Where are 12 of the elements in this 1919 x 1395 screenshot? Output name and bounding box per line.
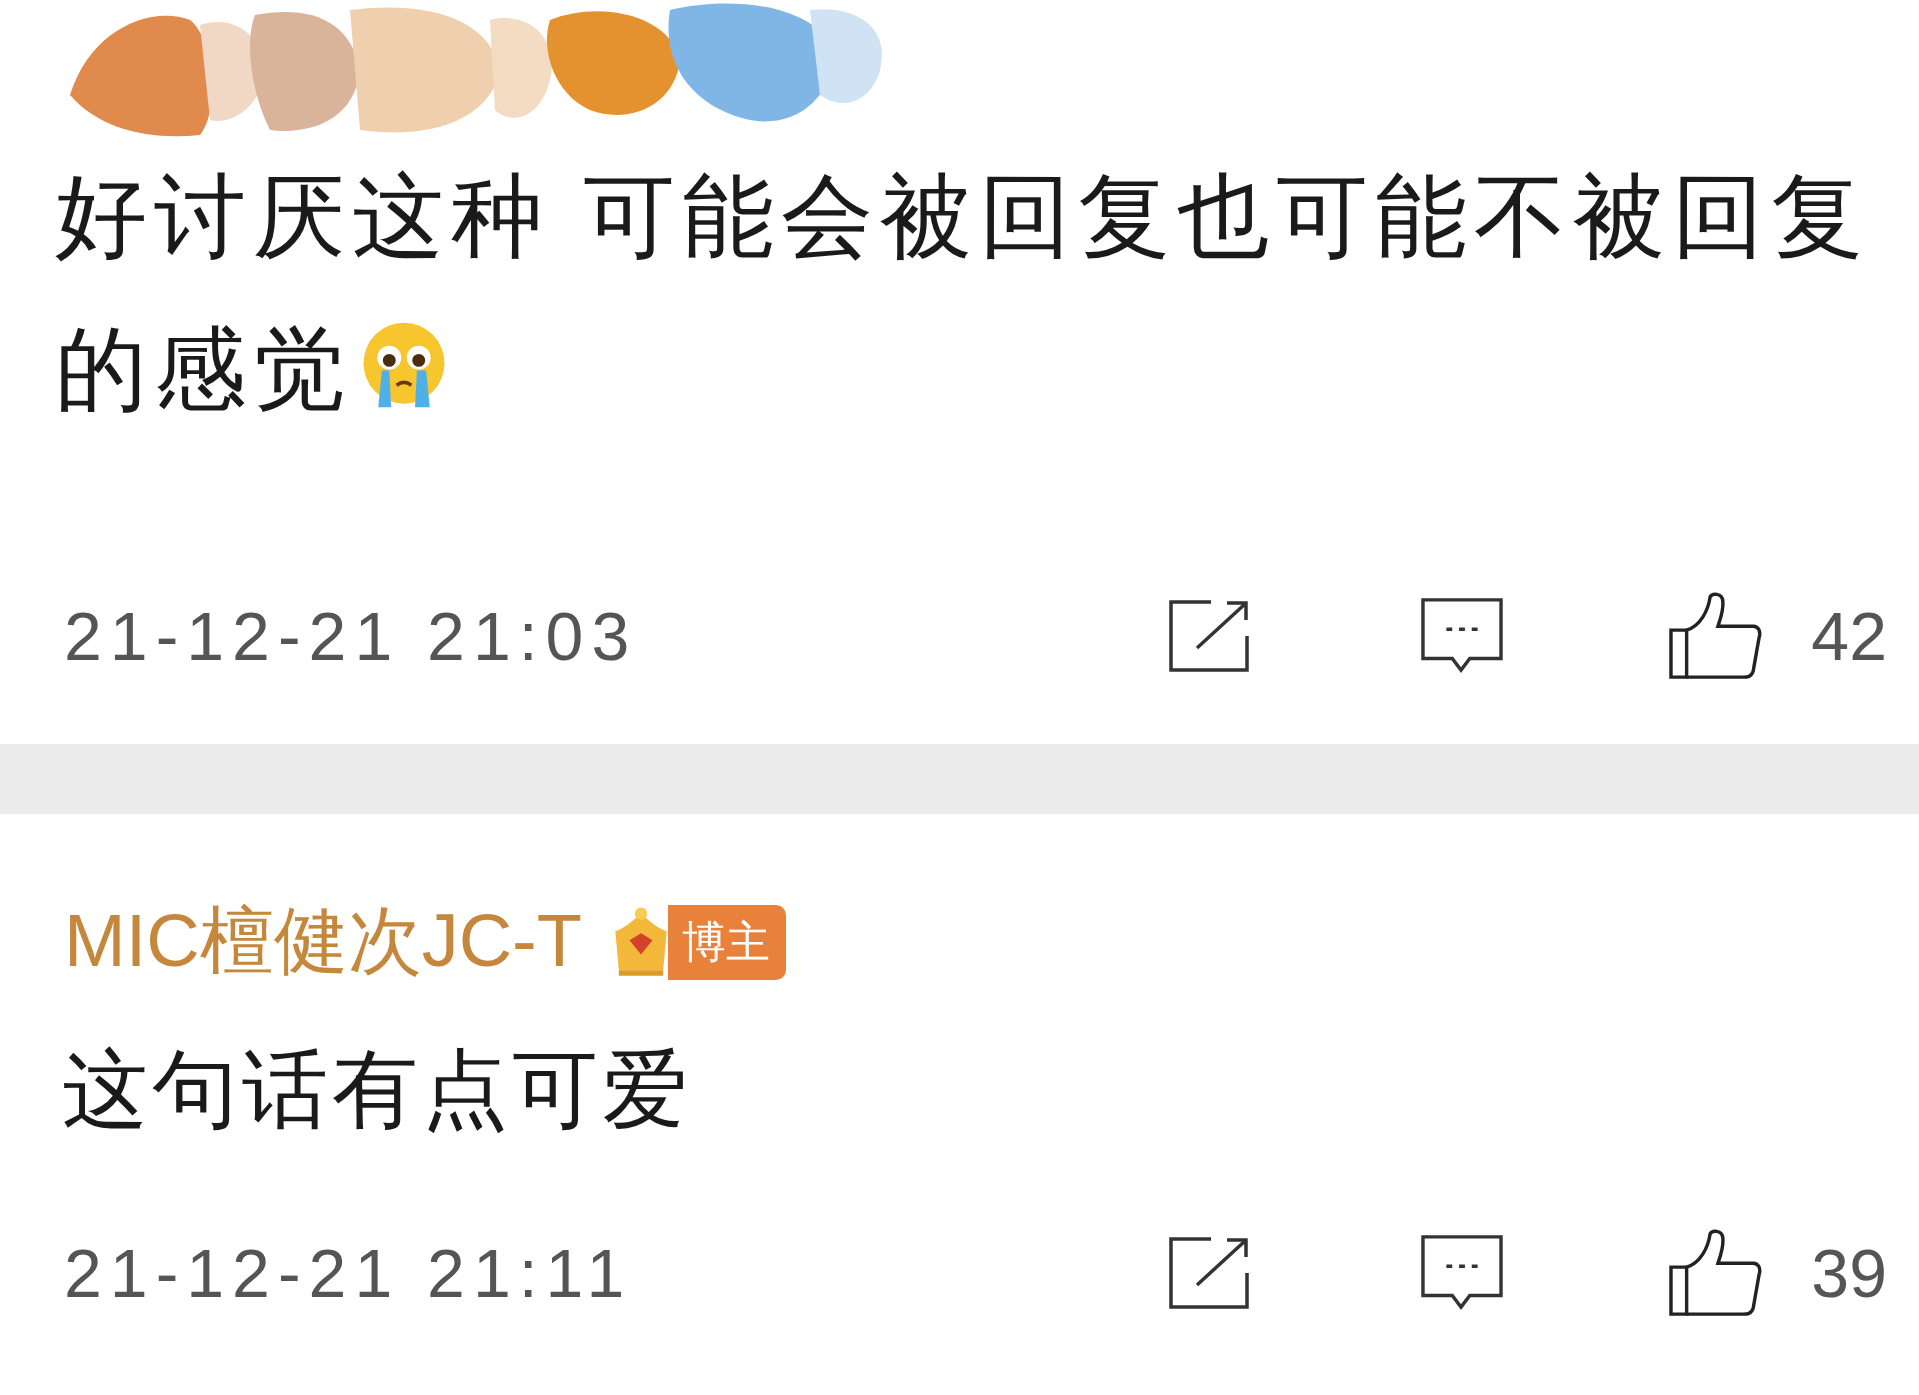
username[interactable]: MIC檀健次JC-T xyxy=(64,892,582,992)
like-icon[interactable] xyxy=(1667,1228,1764,1318)
share-icon[interactable] xyxy=(1167,1235,1252,1311)
comment-text: 这句话有点可爱 xyxy=(62,1041,692,1137)
like-icon[interactable] xyxy=(1667,591,1764,681)
like-count: 42 xyxy=(1811,597,1887,675)
timestamp: 21-12-21 21:11 xyxy=(64,1234,634,1312)
like-count: 39 xyxy=(1811,1234,1887,1312)
timestamp: 21-12-21 21:03 xyxy=(64,597,639,675)
comment-text: 好讨厌这种 可能会被回复也可能不被回复的感觉 xyxy=(54,164,1871,422)
share-icon[interactable] xyxy=(1167,598,1252,674)
blogger-badge: 博主 xyxy=(667,904,786,980)
